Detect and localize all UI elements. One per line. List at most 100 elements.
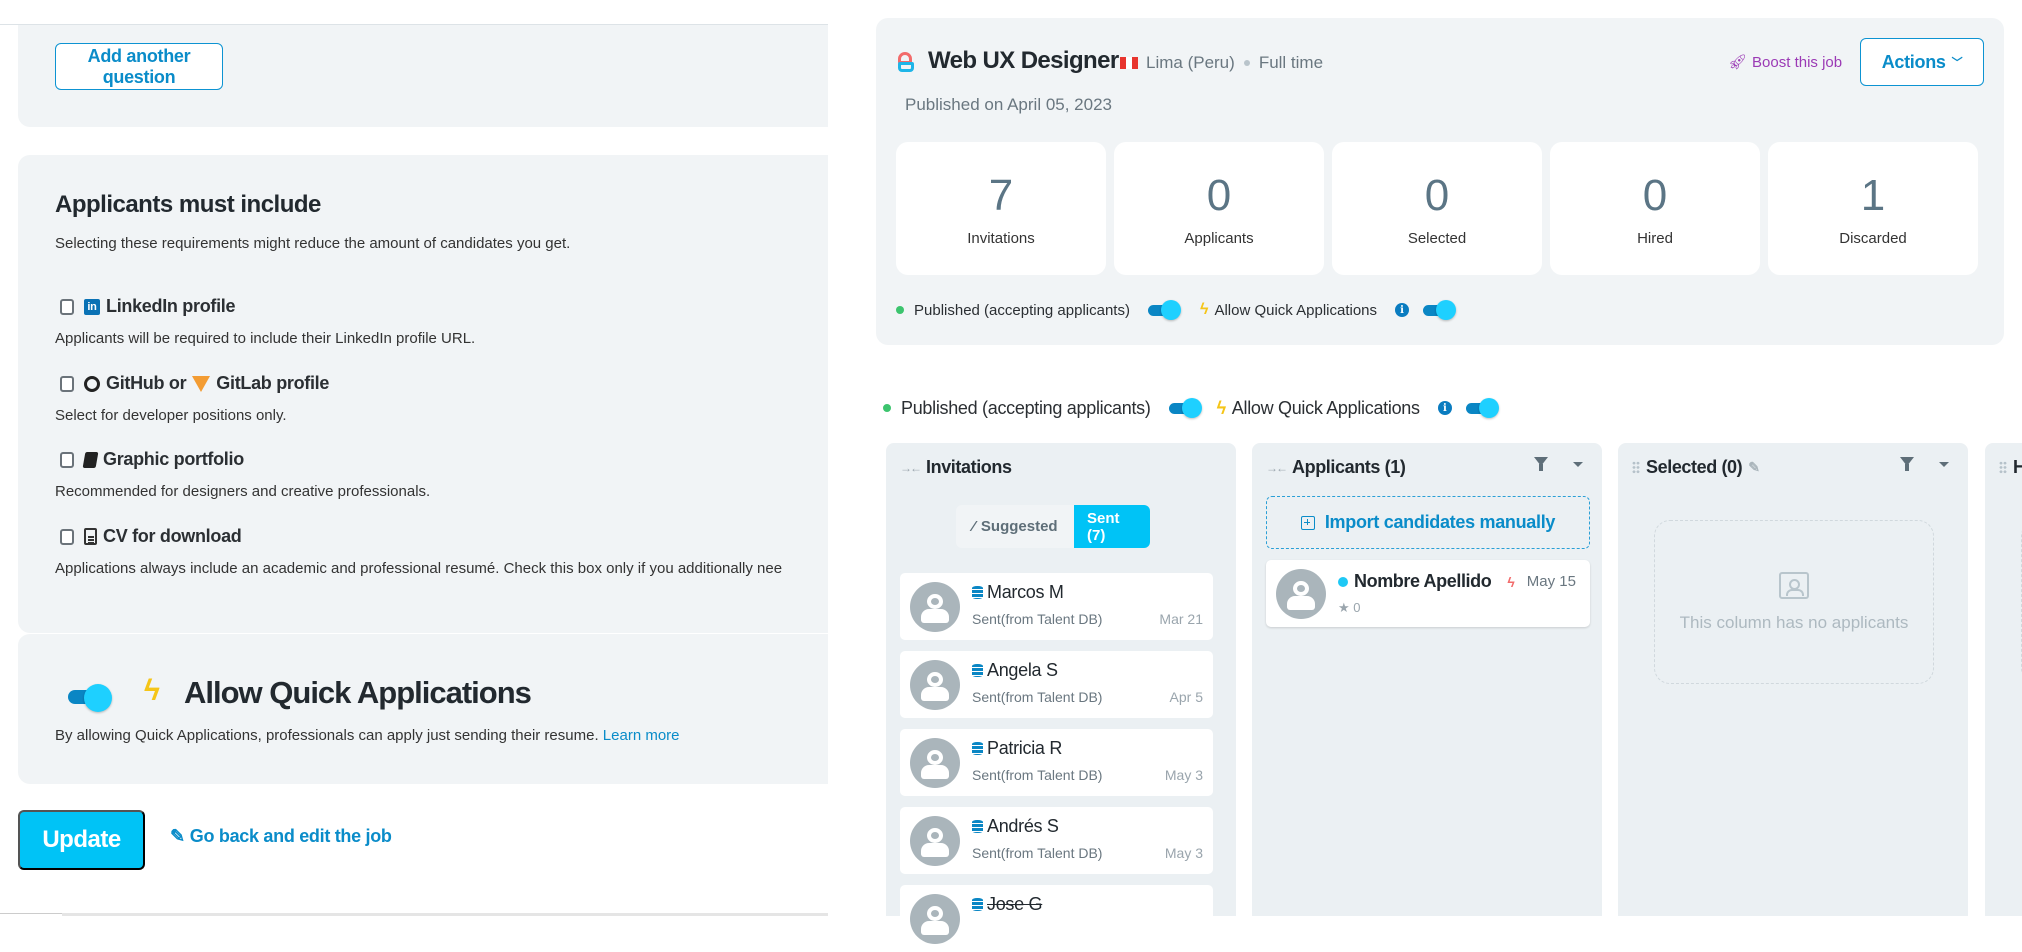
invitation-card[interactable]: Andrés S Sent(from Talent DB) May 3 [900,807,1213,874]
update-button[interactable]: Update [18,810,145,870]
column-header: Selected (0) ✎ [1632,457,1760,478]
magic-wand-icon: ⁄ [972,518,975,535]
caret-down-icon[interactable] [1573,462,1583,467]
caret-down-icon[interactable] [1939,462,1949,467]
job-title: Web UX Designer [928,47,1119,74]
tab-sent[interactable]: Sent (7) [1074,505,1150,548]
tab-suggested[interactable]: ⁄ Suggested [956,505,1074,548]
database-icon [972,742,983,755]
boost-job-link[interactable]: 🚀︎ Boost this job [1728,53,1842,72]
requirement-portfolio: Graphic portfolio [60,449,244,470]
column-hired: H [1985,443,2022,916]
requirement-label: CV for download [103,526,242,546]
plus-square-icon [1300,515,1315,530]
published-date: Published on April 05, 2023 [905,95,1112,114]
company-logo-icon [898,52,914,74]
avatar [910,816,960,866]
add-question-button[interactable]: Add another question [55,43,223,90]
database-icon [972,898,983,911]
pencil-icon[interactable]: ✎ [1748,459,1760,476]
filter-icon[interactable] [1900,457,1914,471]
drag-handle-icon[interactable] [1999,461,2007,474]
bolt-icon: ϟ [1199,301,1209,318]
invitation-card[interactable]: Jose G [900,885,1213,952]
column-applicants: →← Applicants (1) Import candidates manu… [1252,443,1602,916]
quick-applications-label: Allow Quick Applications [1231,397,1420,418]
quick-applications-title: Allow Quick Applications [184,675,532,710]
published-status-label: Published (accepting applicants) [901,397,1151,418]
requirement-github-gitlab: GitHub or GitLab profile [60,373,329,394]
quick-applications-label: Allow Quick Applications [1214,301,1378,319]
header-status-row: Published (accepting applicants) ϟ Allow… [896,299,1459,321]
pencil-icon: ✎ [170,826,185,846]
requirements-title: Applicants must include [55,191,321,218]
status-dot-icon [883,404,891,412]
stat-applicants[interactable]: 0 Applicants [1114,142,1324,275]
quick-application-bolt-icon: ϟ [1507,573,1515,590]
collapse-arrows-icon[interactable]: →← [900,461,922,475]
avatar [910,738,960,788]
invitations-tabs: ⁄ Suggested Sent (7) [956,505,1150,548]
applicant-card[interactable]: Nombre Apellido ϟ May 15 ★ 0 [1266,560,1590,627]
cv-checkbox[interactable] [60,528,74,545]
requirement-description: Applications always include an academic … [55,560,783,577]
column-selected: Selected (0) ✎ This column has no applic… [1618,443,1968,916]
published-status-label: Published (accepting applicants) [914,301,1130,319]
invitation-card[interactable]: Patricia R Sent(from Talent DB) May 3 [900,729,1213,796]
job-type: Full time [1258,53,1324,72]
collapse-arrows-icon[interactable]: →← [1266,461,1288,475]
new-indicator-dot [1338,576,1348,587]
go-back-edit-link[interactable]: ✎ Go back and edit the job [170,826,392,847]
chevron-down-icon: ﹀ [1951,57,1963,69]
requirement-description: Select for developer positions only. [55,407,287,424]
drag-handle-icon[interactable] [1632,461,1640,474]
learn-more-link[interactable]: Learn more [603,727,680,744]
book-icon [82,451,99,468]
requirement-description: Applicants will be required to include t… [55,330,476,347]
info-icon[interactable]: i [1395,303,1410,317]
linkedin-checkbox[interactable] [60,298,74,315]
portfolio-checkbox[interactable] [60,451,74,468]
rating: ★ 0 [1338,600,1361,615]
stats-row: 7 Invitations 0 Applicants 0 Selected 0 Hire… [896,142,1978,275]
requirement-linkedin: in LinkedIn profile [60,296,236,317]
import-candidates-button[interactable]: Import candidates manually [1266,496,1590,549]
job-location: Lima (Peru) [1146,53,1235,72]
peru-flag-icon [1120,57,1138,69]
empty-column-placeholder: This column has no applicants [1654,520,1934,684]
stat-selected[interactable]: 0 Selected [1332,142,1542,275]
github-gitlab-checkbox[interactable] [60,375,74,392]
requirement-label: Graphic portfolio [103,449,244,469]
stat-invitations[interactable]: 7 Invitations [896,142,1106,275]
database-icon [972,664,983,677]
info-icon[interactable]: i [1437,401,1452,415]
requirement-label-b: GitLab profile [216,373,330,393]
database-icon [972,820,983,833]
quick-applications-toggle[interactable] [1465,397,1502,419]
invitation-card[interactable]: Angela S Sent(from Talent DB) Apr 5 [900,651,1213,718]
folder-user-icon [1779,571,1809,599]
linkedin-icon: in [84,298,100,315]
stat-discarded[interactable]: 1 Discarded [1768,142,1978,275]
published-toggle[interactable] [1147,299,1184,321]
stat-hired[interactable]: 0 Hired [1550,142,1760,275]
requirement-label-a: GitHub or [106,373,187,393]
filter-icon[interactable] [1534,457,1548,471]
published-toggle[interactable] [1168,397,1205,419]
quick-applications-toggle[interactable] [68,682,116,712]
requirement-cv: CV for download [60,526,242,547]
column-header: H [1999,457,2022,478]
column-header: →← Applicants (1) [1266,457,1406,477]
document-icon [84,528,97,545]
actions-dropdown-button[interactable]: Actions ﹀ [1860,38,1984,86]
quick-applications-toggle[interactable] [1423,299,1459,321]
bolt-icon: ϟ [144,674,160,707]
invitation-card[interactable]: Marcos M Sent(from Talent DB) Mar 21 [900,573,1213,640]
avatar [910,894,960,944]
database-icon [972,586,983,599]
status-dot-icon [896,306,904,314]
quick-applications-description: By allowing Quick Applications, professi… [55,727,680,744]
requirement-label: LinkedIn profile [106,296,236,316]
avatar [910,582,960,632]
star-icon: ★ [1338,600,1350,615]
